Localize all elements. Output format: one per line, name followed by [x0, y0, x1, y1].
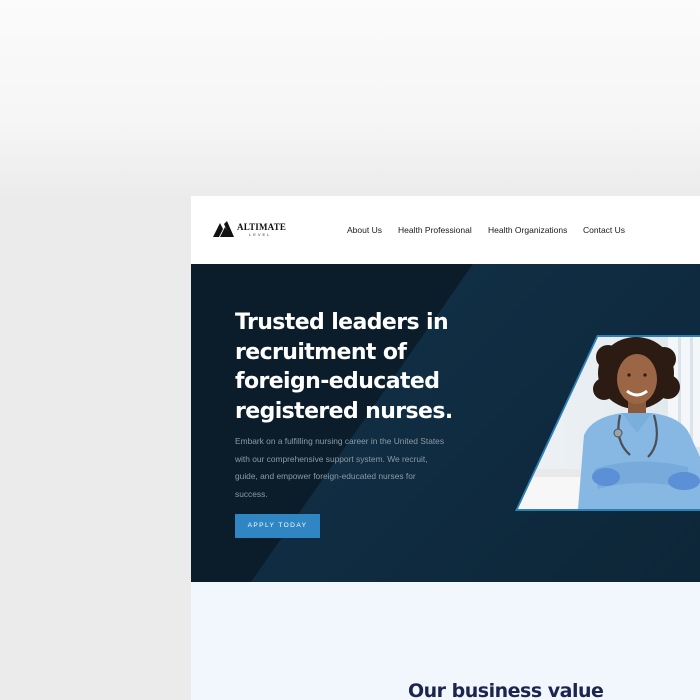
nav-item-health-professional[interactable]: Health Professional — [398, 225, 472, 235]
nav-item-about-us[interactable]: About Us — [347, 225, 382, 235]
main-nav: About Us Health Professional Health Orga… — [191, 225, 700, 237]
hero-section: Trusted leaders in recruitment of foreig… — [191, 264, 700, 582]
site-header: ALTIMATE LEVEL About Us Health Professio… — [191, 196, 700, 264]
section-title: Our business value — [408, 680, 604, 700]
nav-item-health-organizations[interactable]: Health Organizations — [488, 225, 567, 235]
hero-description: Embark on a fulfilling nursing career in… — [235, 436, 445, 499]
website-frame: ALTIMATE LEVEL About Us Health Professio… — [191, 196, 700, 700]
apply-today-button[interactable]: APPLY TODAY — [235, 514, 320, 538]
business-value-section: Our business value — [191, 582, 700, 700]
hero-title: Trusted leaders in recruitment of foreig… — [235, 310, 453, 424]
nav-item-contact-us[interactable]: Contact Us — [583, 225, 625, 235]
